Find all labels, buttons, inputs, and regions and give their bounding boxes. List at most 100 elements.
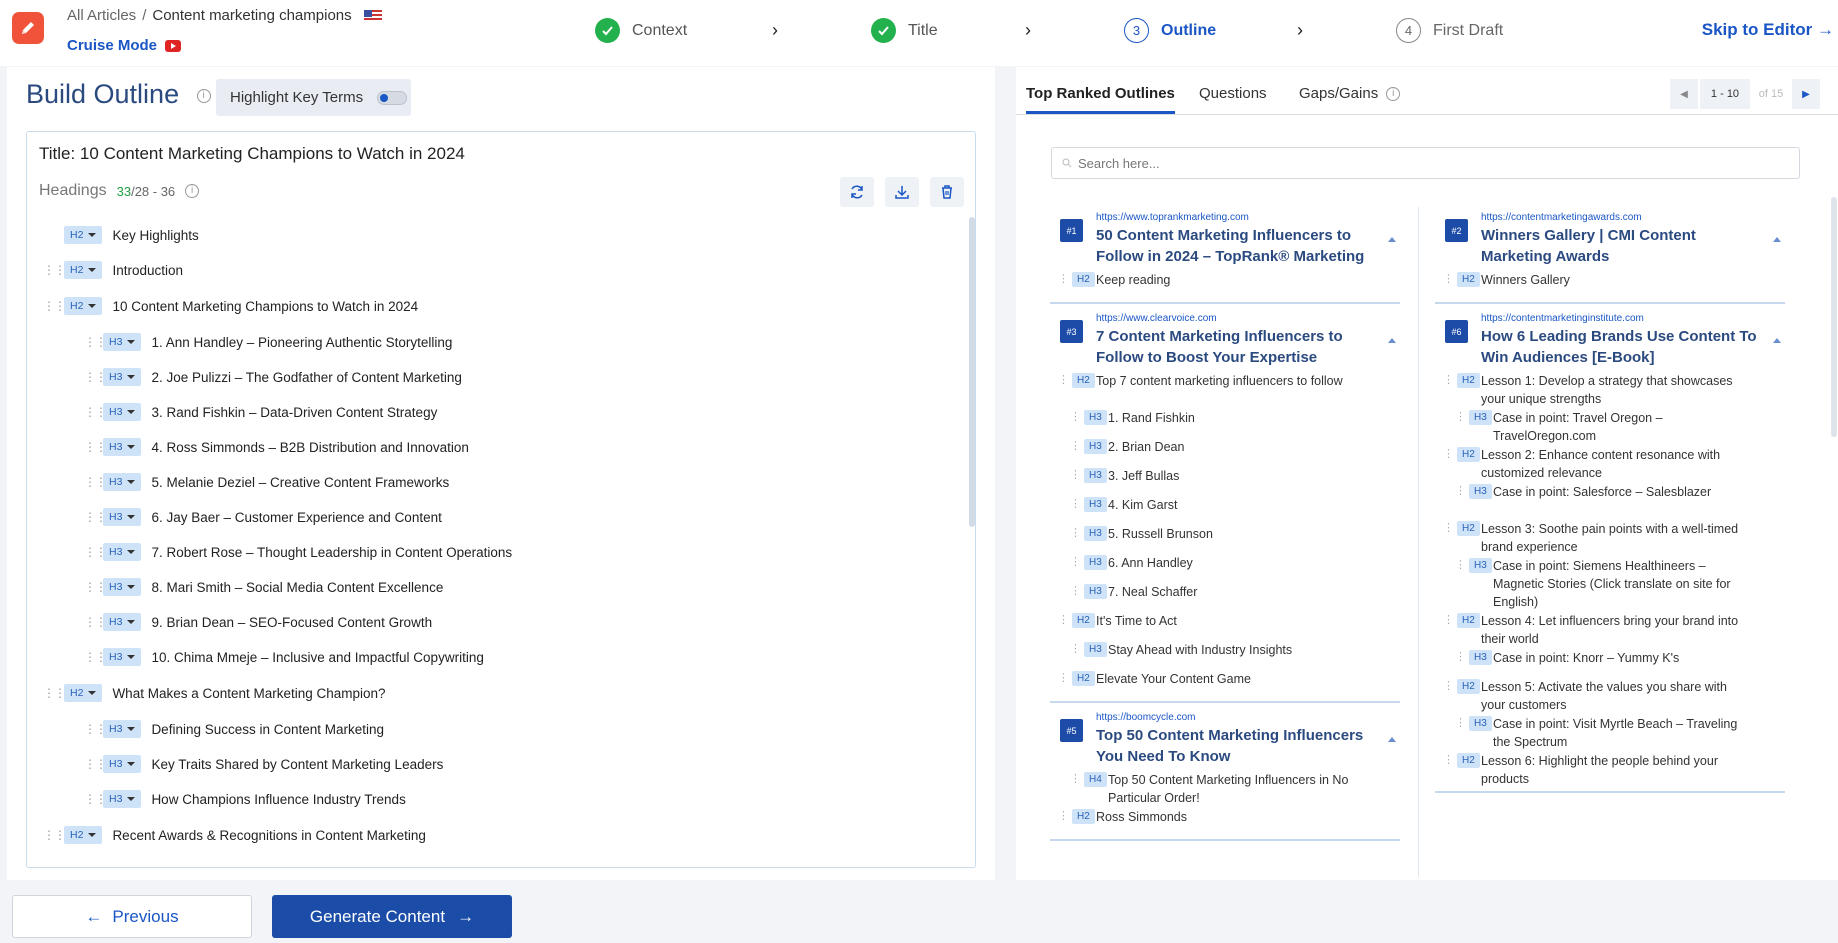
competitor-heading[interactable]: Winners Gallery: [1481, 271, 1746, 289]
heading-text[interactable]: 6. Jay Baer – Customer Experience and Co…: [151, 510, 441, 525]
delete-button[interactable]: [930, 177, 964, 207]
heading-text[interactable]: 10 Content Marketing Champions to Watch …: [112, 299, 418, 314]
caret-up-icon[interactable]: [1388, 338, 1396, 343]
competitor-heading[interactable]: Case in point: Travel Oregon – TravelOre…: [1493, 409, 1746, 445]
source-title[interactable]: Winners Gallery | CMI Content Marketing …: [1481, 225, 1757, 267]
source-url[interactable]: https://boomcycle.com: [1096, 712, 1195, 723]
download-button[interactable]: [885, 177, 919, 207]
outline-scrollbar[interactable]: [969, 217, 975, 527]
competitor-heading[interactable]: 2. Brian Dean: [1108, 438, 1361, 456]
heading-level-select[interactable]: H3: [103, 403, 142, 421]
info-icon[interactable]: i: [185, 184, 200, 198]
competitor-heading[interactable]: 1. Rand Fishkin: [1108, 409, 1361, 427]
heading-text[interactable]: 9. Brian Dean – SEO-Focused Content Grow…: [151, 615, 432, 630]
drag-handle-icon[interactable]: ⋮⋮: [43, 263, 66, 277]
drag-handle-icon[interactable]: ⋮⋮: [84, 757, 107, 771]
generate-content-button[interactable]: Generate Content →: [272, 895, 512, 938]
competitor-heading[interactable]: Elevate Your Content Game: [1096, 670, 1361, 688]
competitor-heading[interactable]: 6. Ann Handley: [1108, 554, 1361, 572]
drag-handle-icon[interactable]: ⋮⋮: [84, 792, 107, 806]
caret-up-icon[interactable]: [1388, 237, 1396, 242]
heading-level-select[interactable]: H3: [103, 543, 142, 561]
outline-heading-row[interactable]: ⋮⋮ H3 10. Chima Mmeje – Inclusive and Impa…: [84, 645, 484, 669]
caret-up-icon[interactable]: [1773, 237, 1781, 242]
competitor-heading[interactable]: Stay Ahead with Industry Insights: [1108, 641, 1361, 659]
drag-handle-icon[interactable]: ⋮⋮: [43, 299, 66, 313]
outline-heading-row[interactable]: ⋮⋮ H3 1. Ann Handley – Pioneering Authenti…: [84, 330, 452, 354]
competitor-heading[interactable]: Top 7 content marketing influencers to f…: [1096, 372, 1361, 390]
search-input[interactable]: Search here...: [1051, 147, 1800, 179]
outline-title[interactable]: Title: 10 Content Marketing Champions to…: [39, 144, 465, 164]
competitor-heading[interactable]: Top 50 Content Marketing Influencers in …: [1108, 771, 1361, 807]
heading-text[interactable]: 10. Chima Mmeje – Inclusive and Impactfu…: [151, 650, 483, 665]
tab-top-ranked-outlines[interactable]: Top Ranked Outlines: [1026, 85, 1175, 114]
heading-text[interactable]: 2. Joe Pulizzi – The Godfather of Conten…: [151, 370, 461, 385]
source-title[interactable]: 7 Content Marketing Influencers to Follo…: [1096, 326, 1372, 368]
outline-heading-row[interactable]: ⋮⋮ H3 8. Mari Smith – Social Media Content…: [84, 575, 443, 599]
heading-text[interactable]: 8. Mari Smith – Social Media Content Exc…: [151, 580, 443, 595]
heading-text[interactable]: 3. Rand Fishkin – Data-Driven Content St…: [151, 405, 437, 420]
info-icon[interactable]: i: [1386, 86, 1401, 101]
tab-gaps-gains[interactable]: Gaps/Gains i: [1299, 85, 1401, 102]
source-url[interactable]: https://contentmarketinginstitute.com: [1481, 313, 1644, 324]
skip-to-editor-link[interactable]: Skip to Editor →: [1702, 20, 1834, 40]
outline-heading-row[interactable]: ⋮⋮ H2 Recent Awards & Recognitions in Cont…: [43, 823, 426, 847]
heading-level-select[interactable]: H3: [103, 578, 142, 596]
refresh-button[interactable]: [840, 177, 874, 207]
heading-level-select[interactable]: H2: [64, 261, 103, 279]
drag-handle-icon[interactable]: ⋮⋮: [84, 475, 107, 489]
competitor-heading[interactable]: Ross Simmonds: [1096, 808, 1361, 826]
drag-handle-icon[interactable]: ⋮⋮: [84, 722, 107, 736]
heading-level-select[interactable]: H3: [103, 755, 142, 773]
heading-level-select[interactable]: H3: [103, 613, 142, 631]
breadcrumb-all-articles[interactable]: All Articles: [67, 7, 136, 24]
heading-level-select[interactable]: H2: [64, 297, 103, 315]
heading-level-select[interactable]: H3: [103, 473, 142, 491]
step-outline[interactable]: 3 Outline: [1124, 18, 1216, 43]
drag-handle-icon[interactable]: ⋮⋮: [84, 650, 107, 664]
heading-text[interactable]: Key Traits Shared by Content Marketing L…: [151, 757, 443, 772]
drag-handle-icon[interactable]: ⋮⋮: [84, 580, 107, 594]
outline-heading-row[interactable]: ⋮⋮ H2 Introduction: [43, 258, 183, 282]
step-title[interactable]: Title: [871, 18, 938, 43]
pen-logo-icon[interactable]: [12, 12, 44, 44]
drag-handle-icon[interactable]: ⋮⋮: [84, 545, 107, 559]
outline-heading-row[interactable]: ⋮⋮ H3 7. Robert Rose – Thought Leadership …: [84, 540, 512, 564]
outline-heading-row[interactable]: ⋮⋮ H2 What Makes a Content Marketing Champ…: [43, 681, 386, 705]
source-title[interactable]: 50 Content Marketing Influencers to Foll…: [1096, 225, 1372, 267]
outline-heading-row[interactable]: ⋮⋮ H3 How Champions Influence Industry Tre…: [84, 787, 406, 811]
drag-handle-icon[interactable]: ⋮⋮: [84, 405, 107, 419]
previous-button[interactable]: ← Previous: [12, 895, 252, 938]
outline-heading-row[interactable]: ⋮⋮ H3 4. Ross Simmonds – B2B Distribution …: [84, 435, 469, 459]
competitor-heading[interactable]: 4. Kim Garst: [1108, 496, 1361, 514]
drag-handle-icon[interactable]: ⋮⋮: [84, 615, 107, 629]
cruise-mode-link[interactable]: Cruise Mode: [67, 37, 182, 54]
heading-level-select[interactable]: H3: [103, 720, 142, 738]
competitor-heading[interactable]: Case in point: Siemens Healthineers – Ma…: [1493, 557, 1746, 611]
drag-handle-icon[interactable]: ⋮⋮: [43, 686, 66, 700]
outline-heading-row[interactable]: H2 Key Highlights: [64, 223, 199, 247]
heading-text[interactable]: Introduction: [112, 263, 183, 278]
heading-level-select[interactable]: H2: [64, 226, 103, 244]
source-url[interactable]: https://www.toprankmarketing.com: [1096, 212, 1249, 223]
heading-text[interactable]: Defining Success in Content Marketing: [151, 722, 384, 737]
outline-heading-row[interactable]: ⋮⋮ H2 10 Content Marketing Champions to Wa…: [43, 294, 418, 318]
drag-handle-icon[interactable]: ⋮⋮: [84, 510, 107, 524]
heading-text[interactable]: 7. Robert Rose – Thought Leadership in C…: [151, 545, 512, 560]
heading-level-select[interactable]: H3: [103, 790, 142, 808]
source-title[interactable]: Top 50 Content Marketing Influencers You…: [1096, 725, 1372, 767]
competitor-heading[interactable]: Lesson 4: Let influencers bring your bra…: [1481, 612, 1746, 648]
competitor-heading[interactable]: Case in point: Visit Myrtle Beach – Trav…: [1493, 715, 1746, 751]
drag-handle-icon[interactable]: ⋮⋮: [84, 335, 107, 349]
outline-heading-row[interactable]: ⋮⋮ H3 Defining Success in Content Marketin…: [84, 717, 384, 741]
heading-level-select[interactable]: H3: [103, 648, 142, 666]
competitor-heading[interactable]: Lesson 5: Activate the values you share …: [1481, 678, 1746, 714]
results-scrollbar[interactable]: [1831, 197, 1837, 437]
source-url[interactable]: https://contentmarketingawards.com: [1481, 212, 1642, 223]
heading-level-select[interactable]: H3: [103, 438, 142, 456]
heading-text[interactable]: Recent Awards & Recognitions in Content …: [112, 828, 425, 843]
caret-up-icon[interactable]: [1773, 338, 1781, 343]
heading-text[interactable]: Key Highlights: [112, 228, 198, 243]
step-context[interactable]: Context: [595, 18, 687, 43]
competitor-heading[interactable]: It's Time to Act: [1096, 612, 1361, 630]
